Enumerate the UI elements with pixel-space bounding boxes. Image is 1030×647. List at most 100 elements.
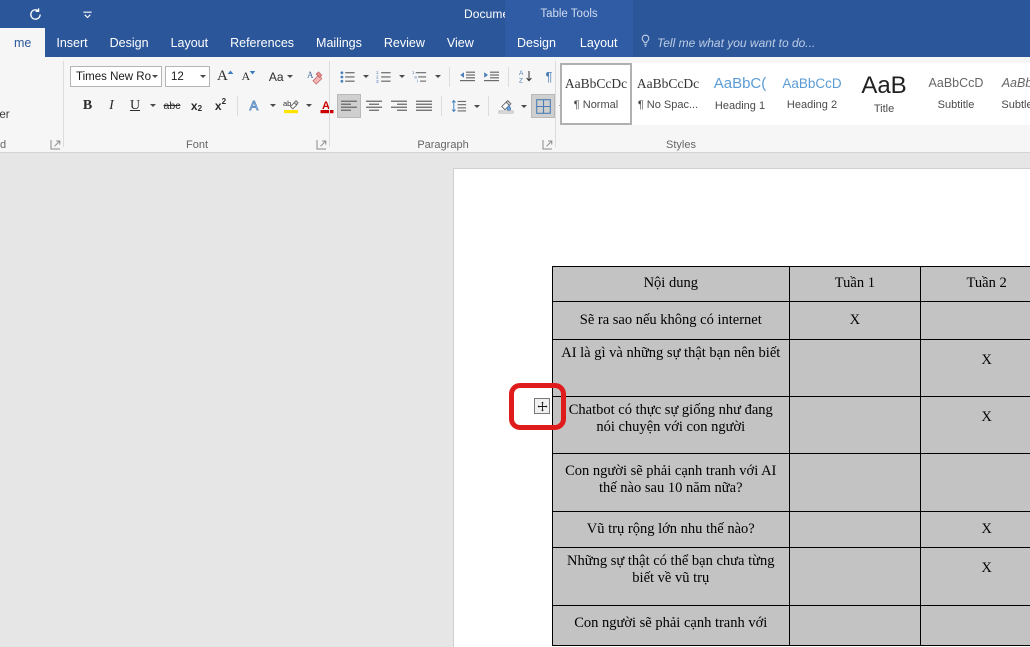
font-size-input[interactable]: 12 [165, 66, 210, 87]
bullets-button[interactable] [337, 65, 359, 88]
decrease-indent-button[interactable] [456, 65, 479, 88]
clipboard-dialog-launcher[interactable] [50, 139, 61, 150]
multilevel-list-button[interactable]: 1 a i [409, 65, 431, 88]
style-title[interactable]: AaB Title [848, 63, 920, 125]
shading-button[interactable] [495, 95, 517, 118]
multilevel-list-dropdown[interactable] [432, 65, 444, 88]
style-no-spacing[interactable]: AaBbCcDc ¶ No Spac... [632, 63, 704, 125]
cell-content[interactable]: Sẽ ra sao nếu không có internet [552, 301, 790, 340]
cell-week2[interactable] [920, 301, 1030, 340]
font-name-input[interactable]: Times New Ro [70, 66, 162, 87]
format-painter-label[interactable]: nat Painter [0, 109, 10, 121]
table-header-row: Nội dung Tuần 1 Tuần 2 [552, 266, 1030, 302]
cell-week1[interactable] [788, 547, 922, 606]
align-right-button[interactable] [387, 95, 411, 118]
chevron-down-icon[interactable] [200, 75, 206, 78]
svg-text:3: 3 [376, 78, 379, 83]
style-heading-1[interactable]: AaBbC( Heading 1 [704, 63, 776, 125]
borders-button[interactable] [531, 94, 555, 118]
style-normal[interactable]: AaBbCcDc ¶ Normal [560, 63, 632, 125]
clear-formatting-button[interactable]: A [304, 65, 327, 88]
line-spacing-button[interactable] [448, 95, 470, 118]
italic-button[interactable]: I [100, 94, 123, 117]
justify-button[interactable] [412, 95, 436, 118]
style-preview: AaBbCcD [928, 77, 984, 90]
style-name: ¶ Normal [573, 99, 619, 112]
tab-view[interactable]: View [436, 28, 485, 57]
text-highlight-color-button[interactable]: ab [280, 94, 302, 117]
cell-content[interactable]: Con người sẽ phải cạnh tranh với [552, 605, 790, 646]
table-move-handle[interactable] [534, 398, 550, 414]
cell-content[interactable]: Chatbot có thực sự giống như đang nói ch… [552, 396, 790, 454]
superscript-button[interactable]: x2 [209, 94, 232, 117]
cell-week1[interactable] [788, 605, 922, 646]
style-preview: AaBbCcDc [564, 76, 628, 91]
subscript-button[interactable]: x2 [185, 94, 208, 117]
strikethrough-button[interactable]: abc [160, 94, 184, 117]
cell-content[interactable]: Con người sẽ phải cạnh tranh với AI thế … [552, 453, 790, 512]
tab-table-design[interactable]: Design [505, 28, 568, 57]
group-styles: AaBbCcDc ¶ Normal AaBbCcDc ¶ No Spac... … [556, 57, 1030, 153]
cell-week2[interactable] [920, 453, 1030, 512]
bold-button[interactable]: B [76, 94, 99, 117]
cell-week1[interactable]: X [788, 301, 922, 340]
style-heading-2[interactable]: AaBbCcD Heading 2 [776, 63, 848, 125]
cell-week2[interactable]: X [920, 547, 1030, 606]
underline-dropdown[interactable] [147, 94, 159, 117]
increase-indent-button[interactable] [480, 65, 503, 88]
cell-content[interactable]: Những sự thật có thể bạn chưa từng biết … [552, 547, 790, 606]
numbering-dropdown[interactable] [396, 65, 408, 88]
grow-font-button[interactable]: A [214, 65, 237, 88]
tell-me-search[interactable]: Tell me what you want to do... [640, 28, 815, 57]
highlight-color-dropdown[interactable] [303, 94, 315, 117]
header-cell-week1[interactable]: Tuần 1 [788, 266, 922, 302]
cell-week1[interactable] [788, 396, 922, 454]
content-schedule-table[interactable]: Nội dung Tuần 1 Tuần 2 Sẽ ra sao nếu khô… [552, 266, 1030, 646]
font-dialog-launcher[interactable] [316, 139, 327, 150]
style-preview: AaBbCcDc [636, 76, 700, 91]
cell-week1[interactable] [788, 511, 922, 548]
cell-week2[interactable]: X [920, 396, 1030, 454]
shrink-font-button[interactable]: A [238, 65, 260, 88]
document-canvas[interactable]: Nội dung Tuần 1 Tuần 2 Sẽ ra sao nếu khô… [0, 153, 1030, 647]
sort-button[interactable]: A Z [515, 65, 537, 88]
text-effects-button[interactable]: A [244, 94, 266, 117]
tab-layout[interactable]: Layout [160, 28, 220, 57]
header-cell-content[interactable]: Nội dung [552, 266, 790, 302]
cell-week2[interactable] [920, 605, 1030, 646]
cell-week1[interactable] [788, 453, 922, 512]
underline-button[interactable]: U [124, 94, 146, 117]
font-name-value: Times New Ro [76, 70, 151, 83]
customize-qat-icon[interactable] [72, 0, 102, 28]
header-cell-week2[interactable]: Tuần 2 [920, 266, 1030, 302]
tab-review[interactable]: Review [373, 28, 436, 57]
group-font: Times New Ro 12 A A Aa A B I U abc x 2 x… [64, 57, 348, 153]
align-center-button[interactable] [362, 95, 386, 118]
text-effects-dropdown[interactable] [267, 94, 279, 117]
undo-icon[interactable] [20, 0, 50, 28]
numbering-button[interactable]: 1 2 3 [373, 65, 395, 88]
paragraph-dialog-launcher[interactable] [542, 139, 553, 150]
cell-week1[interactable] [788, 339, 922, 397]
style-preview: AaBb [1001, 77, 1030, 90]
tab-design[interactable]: Design [99, 28, 160, 57]
cell-week2[interactable]: X [920, 339, 1030, 397]
shading-dropdown[interactable] [518, 95, 530, 118]
cell-content[interactable]: Vũ trụ rộng lớn nhu thế nào? [552, 511, 790, 548]
group-paragraph: 1 2 3 1 a i A Z ¶ Paragraph [330, 57, 565, 153]
style-subtitle[interactable]: AaBbCcD Subtitle [920, 63, 992, 125]
tab-references[interactable]: References [219, 28, 305, 57]
svg-text:A: A [307, 70, 314, 80]
line-spacing-dropdown[interactable] [471, 95, 483, 118]
tab-table-layout[interactable]: Layout [568, 28, 630, 57]
style-subtle-emphasis[interactable]: AaBb Subtle [992, 63, 1030, 125]
bullets-dropdown[interactable] [360, 65, 372, 88]
align-left-button[interactable] [337, 94, 361, 118]
chevron-down-icon[interactable] [152, 75, 158, 78]
cell-week2[interactable]: X [920, 511, 1030, 548]
change-case-button[interactable]: Aa [266, 65, 296, 88]
tab-mailings[interactable]: Mailings [305, 28, 373, 57]
tab-home[interactable]: me [0, 28, 46, 57]
tab-insert[interactable]: Insert [45, 28, 98, 57]
cell-content[interactable]: AI là gì và những sự thật bạn nên biết [552, 339, 790, 397]
